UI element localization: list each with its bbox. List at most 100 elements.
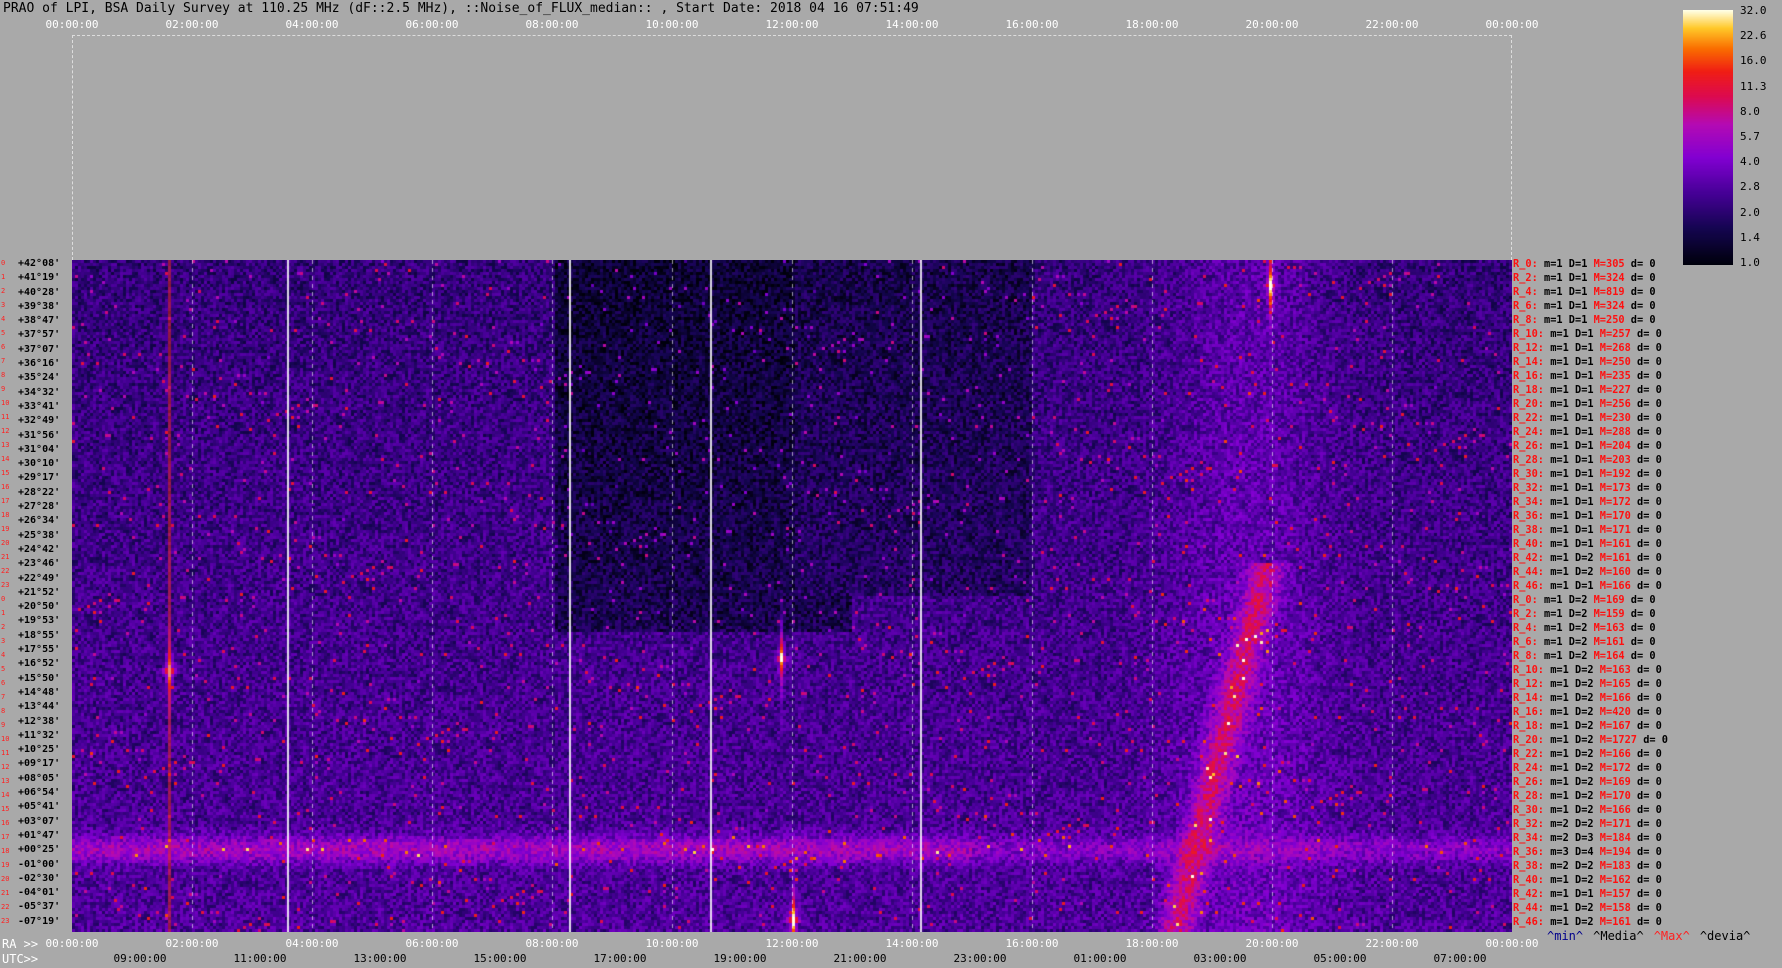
row-number: 13 [1, 777, 10, 785]
declination-label: +30°10' [18, 458, 61, 470]
ra-tick-label: 08:00:00 [525, 937, 579, 950]
row-stat-label: R_2: m=1 D=2 M=159 d= 0 [1513, 608, 1656, 620]
declination-label: +29°17' [18, 472, 61, 484]
row-number: 14 [1, 791, 10, 799]
row-number: 23 [1, 581, 10, 589]
row-number: 19 [1, 861, 10, 869]
utc-tick-label: 21:00:00 [833, 952, 887, 965]
declination-label: +10°25' [18, 744, 61, 756]
row-stat-label: R_40: m=1 D=1 M=161 d= 0 [1513, 538, 1662, 550]
ra-tick-label: 14:00:00 [885, 937, 939, 950]
declination-label: +36°16' [18, 358, 61, 370]
colorbar-tick-label: 2.8 [1740, 180, 1760, 194]
row-stat-label: R_22: m=1 D=2 M=166 d= 0 [1513, 748, 1662, 760]
row-stat-label: R_40: m=1 D=2 M=162 d= 0 [1513, 874, 1662, 886]
row-stat-label: R_16: m=1 D=1 M=235 d= 0 [1513, 370, 1662, 382]
row-stat-label: R_0: m=1 D=2 M=169 d= 0 [1513, 594, 1656, 606]
row-stat-label: R_22: m=1 D=1 M=230 d= 0 [1513, 412, 1662, 424]
declination-label: +16°52' [18, 658, 61, 670]
row-number: 22 [1, 903, 10, 911]
row-number: 1 [1, 273, 6, 281]
declination-label: +40°28' [18, 286, 61, 298]
top-tick-label: 00:00:00 [45, 18, 99, 31]
ra-tick-label: 20:00:00 [1245, 937, 1299, 950]
colorbar-tick-label: 32.0 [1740, 4, 1767, 17]
top-tick-label: 06:00:00 [405, 18, 459, 31]
row-number: 20 [1, 539, 10, 547]
row-number: 16 [1, 483, 10, 491]
declination-label: +17°55' [18, 644, 61, 656]
row-stat-label: R_10: m=1 D=2 M=163 d= 0 [1513, 664, 1662, 676]
utc-tick-label: 17:00:00 [593, 952, 647, 965]
declination-label: +34°32' [18, 386, 61, 398]
declination-label: +42°08' [18, 258, 61, 269]
row-stat-label: R_44: m=1 D=2 M=158 d= 0 [1513, 902, 1662, 914]
row-stat-label: R_4: m=1 D=2 M=163 d= 0 [1513, 622, 1656, 634]
declination-label: +22°49' [18, 572, 61, 584]
top-tick-label: 16:00:00 [1005, 18, 1059, 31]
declination-label: +41°19' [18, 272, 61, 284]
declination-label: +27°28' [18, 501, 61, 513]
utc-tick-label: 13:00:00 [353, 952, 407, 965]
ra-tick-label: 10:00:00 [645, 937, 699, 950]
colorbar-tick-label: 22.6 [1740, 29, 1767, 43]
declination-label: +00°25' [18, 844, 61, 856]
ra-tick-label: 04:00:00 [285, 937, 339, 950]
utc-tick-label: 19:00:00 [713, 952, 767, 965]
ra-tick-label: 12:00:00 [765, 937, 819, 950]
row-number: 6 [1, 343, 6, 351]
declination-label: -04°01' [18, 887, 61, 899]
top-tick-label: 10:00:00 [645, 18, 699, 31]
utc-axis-prefix: UTC>> [2, 952, 39, 966]
chart-title: PRAO of LPI, BSA Daily Survey at 110.25 … [3, 1, 919, 16]
declination-label: +20°50' [18, 601, 61, 613]
ra-tick-label: 00:00:00 [45, 937, 99, 950]
ra-tick-label: 00:00:00 [1485, 937, 1539, 950]
row-stat-label: R_36: m=3 D=4 M=194 d= 0 [1513, 846, 1662, 858]
declination-label: +18°55' [18, 629, 61, 641]
row-stat-label: R_36: m=1 D=1 M=170 d= 0 [1513, 510, 1662, 522]
declination-label: +19°53' [18, 615, 61, 627]
utc-tick-label: 03:00:00 [1193, 952, 1247, 965]
row-number: 18 [1, 511, 10, 519]
row-number: 5 [1, 329, 6, 337]
colorbar-tick-label: 1.4 [1740, 230, 1760, 244]
row-stat-label: R_46: m=1 D=1 M=166 d= 0 [1513, 580, 1662, 592]
row-stat-label: R_24: m=1 D=2 M=172 d= 0 [1513, 762, 1662, 774]
row-number: 14 [1, 455, 10, 463]
row-number: 12 [1, 763, 10, 771]
row-number: 5 [1, 665, 6, 673]
ra-tick-label: 06:00:00 [405, 937, 459, 950]
colorbar-tick-label: 8.0 [1740, 104, 1760, 118]
row-stat-label: R_12: m=1 D=2 M=165 d= 0 [1513, 678, 1662, 690]
ra-tick-label: 18:00:00 [1125, 937, 1179, 950]
row-number: 7 [1, 357, 6, 365]
row-number: 3 [1, 637, 6, 645]
row-stat-label: R_18: m=1 D=2 M=167 d= 0 [1513, 720, 1662, 732]
row-stat-label: R_38: m=2 D=2 M=183 d= 0 [1513, 860, 1662, 872]
declination-label: +28°22' [18, 486, 61, 498]
row-stat-label: R_26: m=1 D=2 M=169 d= 0 [1513, 776, 1662, 788]
row-stat-label: R_46: m=1 D=2 M=161 d= 0 [1513, 916, 1662, 928]
row-stat-label: R_10: m=1 D=1 M=257 d= 0 [1513, 328, 1662, 340]
declination-label: +14°48' [18, 686, 61, 698]
stats-label: ^min^ [1547, 929, 1584, 943]
declination-label: +08°05' [18, 772, 61, 784]
row-stat-label: R_44: m=1 D=2 M=160 d= 0 [1513, 566, 1662, 578]
row-number: 11 [1, 413, 10, 421]
row-number: 18 [1, 847, 10, 855]
declination-label: +03°07' [18, 815, 61, 827]
row-stat-label: R_20: m=1 D=2 M=1727 d= 0 [1513, 734, 1668, 746]
row-stat-label: R_18: m=1 D=1 M=227 d= 0 [1513, 384, 1662, 396]
row-stat-label: R_8: m=1 D=2 M=164 d= 0 [1513, 650, 1656, 662]
row-number: 21 [1, 889, 10, 897]
row-number: 17 [1, 497, 10, 505]
row-stat-label: R_38: m=1 D=1 M=171 d= 0 [1513, 524, 1662, 536]
declination-label: +26°34' [18, 515, 61, 527]
declination-label: +35°24' [18, 372, 61, 384]
row-number: 15 [1, 469, 10, 477]
declination-label: +32°49' [18, 415, 61, 427]
colorbar-tick-label: 2.0 [1740, 205, 1760, 219]
row-number: 6 [1, 679, 6, 687]
declination-label: -01°00' [18, 858, 61, 870]
